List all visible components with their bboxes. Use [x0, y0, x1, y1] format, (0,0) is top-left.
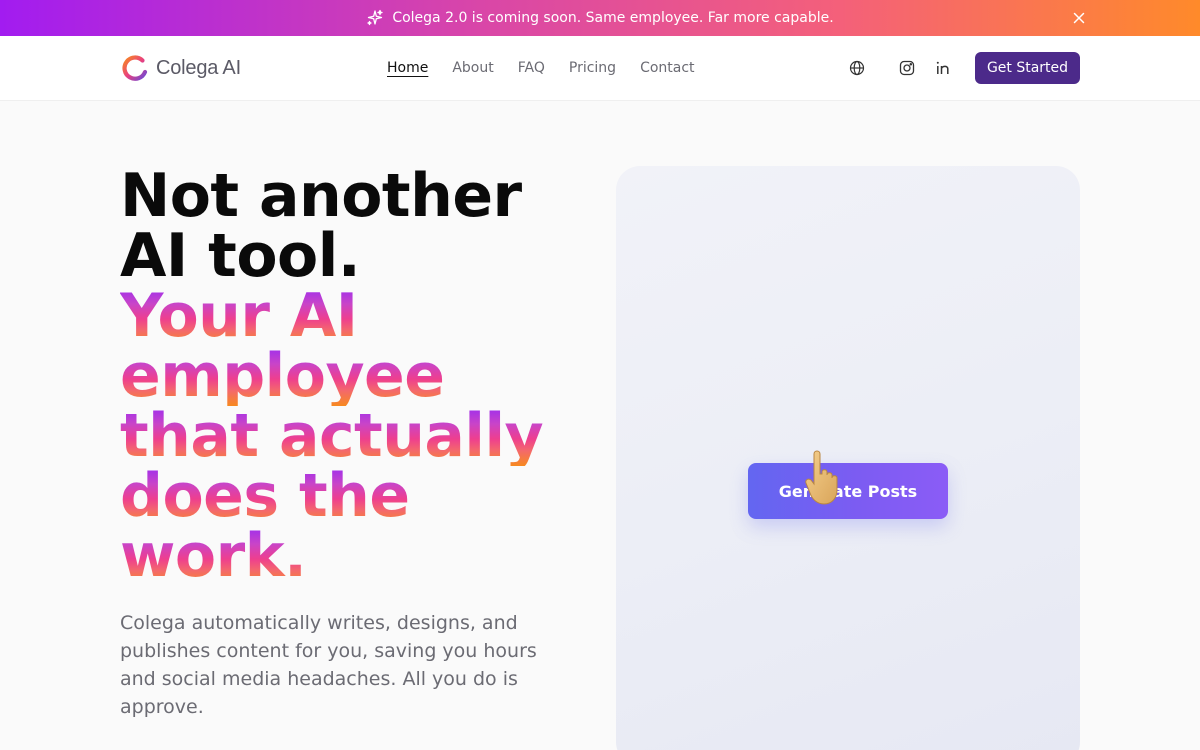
linkedin-icon[interactable]	[933, 58, 953, 78]
announcement-banner: Colega 2.0 is coming soon. Same employee…	[0, 0, 1200, 36]
headline-gradient-line: work.	[120, 526, 580, 586]
site-header: Colega AI Home About FAQ Pricing Contact…	[0, 36, 1200, 101]
headline-gradient-line: employee	[120, 346, 580, 406]
sparkles-icon	[366, 9, 384, 27]
headline-gradient-line: does the	[120, 466, 580, 526]
generate-posts-button[interactable]: Generate Posts	[748, 463, 948, 519]
demo-panel	[616, 166, 1080, 750]
nav-item-home[interactable]: Home	[387, 59, 428, 77]
nav-item-contact[interactable]: Contact	[640, 59, 694, 77]
close-icon[interactable]	[1070, 9, 1088, 27]
nav-item-faq[interactable]: FAQ	[518, 59, 545, 77]
logo[interactable]: Colega AI	[120, 53, 241, 83]
nav-item-about[interactable]: About	[452, 59, 493, 77]
nav-item-pricing[interactable]: Pricing	[569, 59, 616, 77]
banner-text: Colega 2.0 is coming soon. Same employee…	[392, 10, 834, 26]
logo-text: Colega AI	[156, 56, 241, 79]
globe-icon[interactable]	[847, 58, 867, 78]
headline-gradient-line: Your AI	[120, 286, 580, 346]
headline-line: Not another	[120, 161, 522, 231]
hero-subtitle: Colega automatically writes, designs, an…	[120, 612, 537, 718]
colega-logo-icon	[122, 55, 148, 81]
headline-gradient-line: that actually	[120, 406, 580, 466]
instagram-icon[interactable]	[897, 58, 917, 78]
hero-headline: Not another AI tool. Your AI employee th…	[120, 166, 580, 586]
headline-line: AI tool.	[120, 221, 361, 291]
main-nav: Home About FAQ Pricing Contact	[387, 59, 695, 77]
get-started-button[interactable]: Get Started	[975, 52, 1080, 84]
